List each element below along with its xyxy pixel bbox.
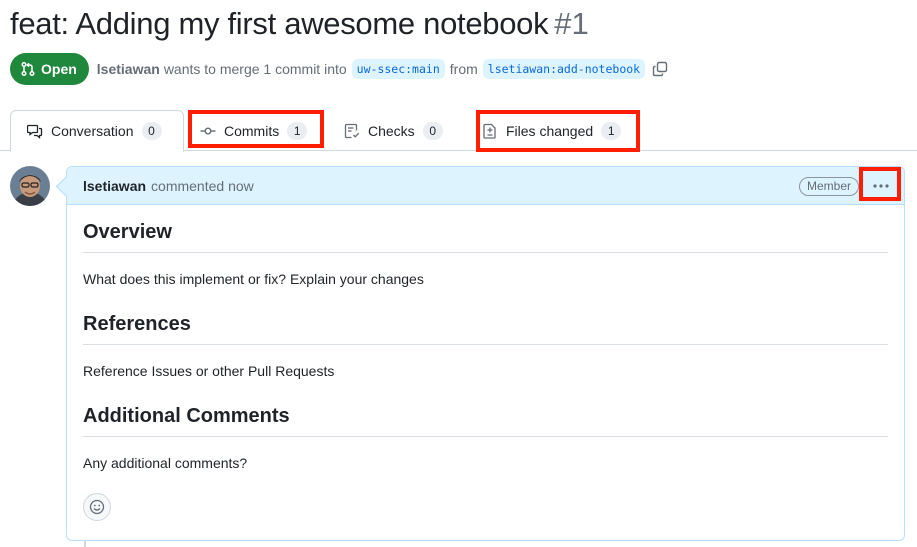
comment-header: lsetiawan commented now Member [67,167,904,205]
merge-text: wants to merge 1 commit into [163,61,347,77]
pr-meta-row: Open lsetiawan wants to merge 1 commit i… [10,53,668,85]
section-text-additional-comments: Any additional comments? [83,455,248,471]
tab-files-changed-label: Files changed [506,122,594,139]
tab-checks-count: 0 [422,121,443,140]
head-branch[interactable]: lsetiawan:add-notebook [482,59,646,79]
base-branch[interactable]: uw-ssec:main [351,59,445,79]
section-heading-additional-comments: Additional Comments [83,405,888,437]
tab-checks-label: Checks [368,122,415,139]
comment-author-link[interactable]: lsetiawan [83,178,146,194]
member-badge: Member [798,177,859,196]
kebab-horizontal-icon [873,184,889,188]
section-heading-references: References [83,313,888,345]
pr-state-badge: Open [10,53,89,85]
checklist-icon [344,123,360,138]
tab-files-changed-count: 1 [601,121,622,140]
more-options-button[interactable] [868,175,894,197]
section-text-references: Reference Issues or other Pull Requests [83,363,335,379]
section-heading-overview: Overview [83,221,888,253]
comment-box: lsetiawan commented now Member Overview … [66,166,905,541]
pr-title: feat: Adding my first awesome notebook [10,6,549,41]
tab-commits-count: 1 [287,121,308,140]
tab-conversation[interactable]: Conversation 0 [10,110,184,152]
file-diff-icon [483,123,496,139]
comment-body: Overview What does this implement or fix… [67,205,904,521]
smiley-icon [89,499,105,515]
add-reaction-button[interactable] [83,493,111,521]
pr-title-row: feat: Adding my first awesome notebook #1 [10,6,589,42]
tab-conversation-count: 0 [141,122,162,140]
tab-checks[interactable]: Checks 0 [332,110,457,151]
pr-author-link[interactable]: lsetiawan [97,61,160,77]
section-text-overview: What does this implement or fix? Explain… [83,271,424,287]
tab-files-changed[interactable]: Files changed 1 [476,110,638,151]
tab-commits[interactable]: Commits 1 [188,110,323,151]
pr-tabs: Conversation 0 Commits 1 Checks 0 Files … [0,110,917,152]
git-pull-request-icon [21,61,35,77]
from-text: from [449,61,478,77]
avatar[interactable] [10,166,50,206]
tab-commits-label: Commits [224,122,280,139]
git-commit-icon [200,126,216,134]
comment-timestamp[interactable]: commented now [151,178,254,194]
pr-state-label: Open [41,61,77,77]
tab-conversation-label: Conversation [51,123,134,139]
pr-number: #1 [554,6,589,41]
comment-discussion-icon [27,124,43,139]
copy-icon[interactable] [652,61,668,77]
